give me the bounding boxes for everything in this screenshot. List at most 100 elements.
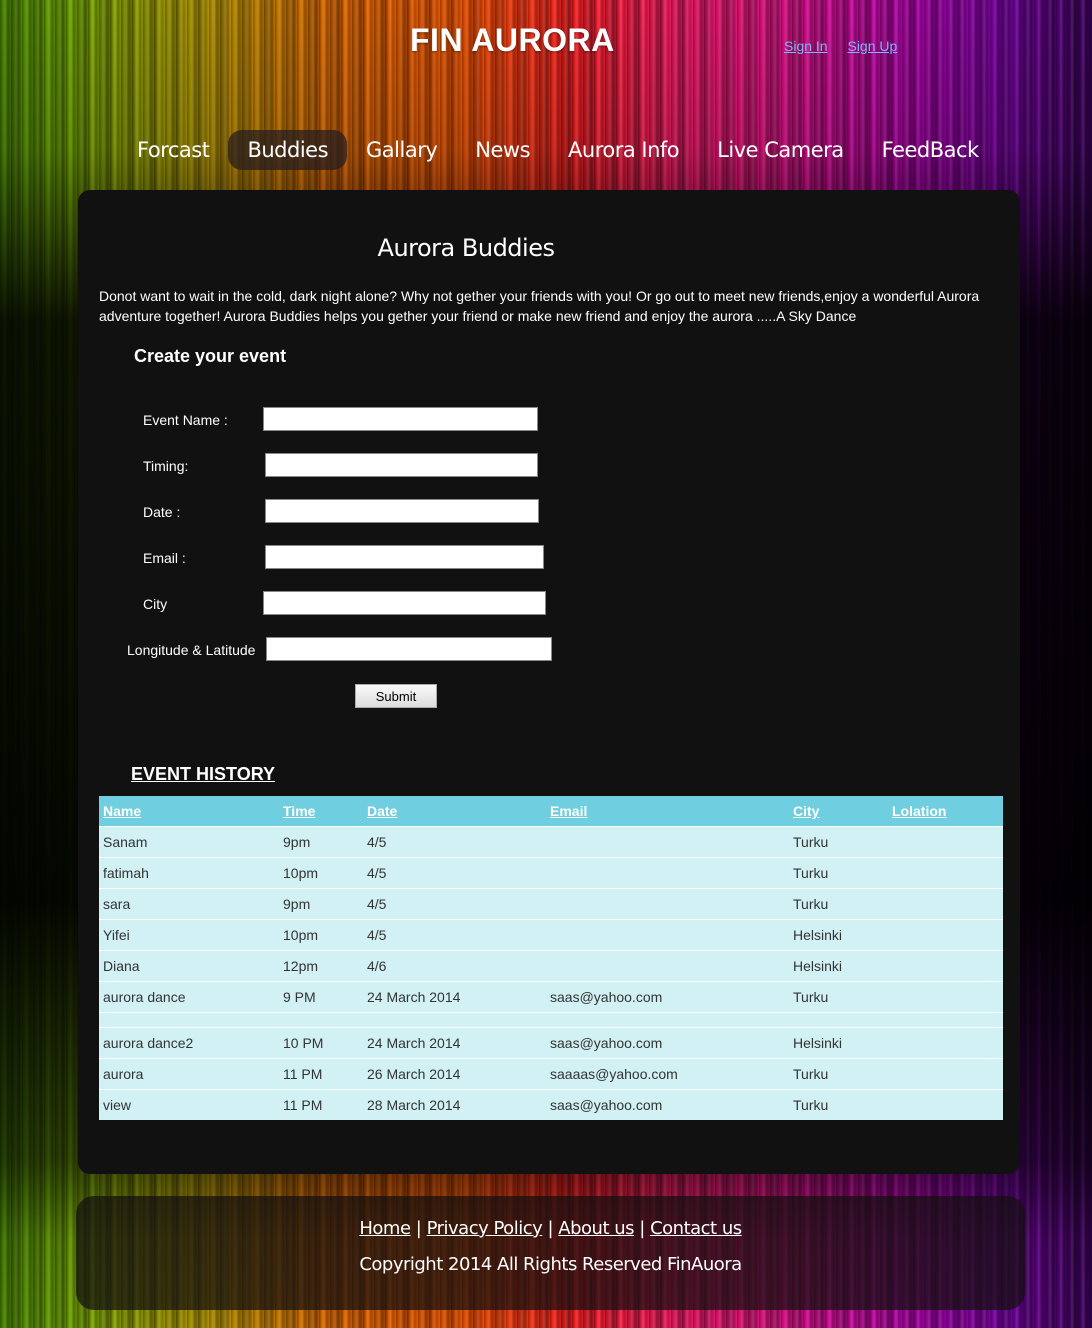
date-label: Date : xyxy=(143,504,181,520)
cell-name: Yifei xyxy=(99,919,279,951)
content-panel: Aurora Buddies Donot want to wait in the… xyxy=(78,190,1020,1174)
cell-time: 10 PM xyxy=(279,1027,363,1059)
cell-name xyxy=(99,1012,279,1028)
intro-text: Donot want to wait in the cold, dark nig… xyxy=(99,288,980,324)
auth-links: Sign In Sign Up xyxy=(784,38,913,54)
col-header-email[interactable]: Email xyxy=(546,796,789,827)
cell-email xyxy=(546,919,789,951)
cell-city: Turku xyxy=(789,857,888,889)
table-row-empty xyxy=(99,1012,1003,1028)
cell-city xyxy=(789,1012,888,1028)
cell-location xyxy=(888,1089,1003,1120)
main-nav: Forcast Buddies Gallary News Aurora Info… xyxy=(118,130,998,170)
table-row: fatimah 10pm 4/5 Turku xyxy=(99,857,1003,889)
cell-email xyxy=(546,888,789,920)
cell-name: aurora dance xyxy=(99,981,279,1013)
event-name-input[interactable] xyxy=(263,407,538,431)
col-header-name[interactable]: Name xyxy=(99,796,279,827)
nav-item-news[interactable]: News xyxy=(456,130,549,170)
cell-email: saas@yahoo.com xyxy=(546,1089,789,1120)
date-input[interactable] xyxy=(265,499,539,523)
footer: Home | Privacy Policy | About us | Conta… xyxy=(76,1196,1025,1310)
cell-date: 4/5 xyxy=(363,919,546,951)
nav-item-buddies[interactable]: Buddies xyxy=(228,130,348,170)
nav-item-forcast[interactable]: Forcast xyxy=(118,130,228,170)
col-header-time[interactable]: Time xyxy=(279,796,363,827)
cell-date: 28 March 2014 xyxy=(363,1089,546,1120)
table-row: Yifei 10pm 4/5 Helsinki xyxy=(99,919,1003,951)
table-row: aurora dance2 10 PM 24 March 2014 saas@y… xyxy=(99,1027,1003,1059)
footer-link-privacy[interactable]: Privacy Policy xyxy=(427,1218,543,1239)
table-row: Diana 12pm 4/6 Helsinki xyxy=(99,950,1003,982)
table-header-row: Name Time Date Email City Lolation xyxy=(99,796,1003,827)
cell-time: 9 PM xyxy=(279,981,363,1013)
cell-email: saaaas@yahoo.com xyxy=(546,1058,789,1090)
footer-link-contact[interactable]: Contact us xyxy=(650,1218,742,1239)
table-row: sara 9pm 4/5 Turku xyxy=(99,888,1003,920)
footer-separator: | xyxy=(639,1218,645,1239)
col-header-date[interactable]: Date xyxy=(363,796,546,827)
footer-separator: | xyxy=(415,1218,422,1239)
cell-email xyxy=(546,857,789,889)
col-header-location[interactable]: Lolation xyxy=(888,796,1003,827)
lonlat-input[interactable] xyxy=(266,637,552,661)
cell-city: Helsinki xyxy=(789,919,888,951)
col-header-city[interactable]: City xyxy=(789,796,888,827)
cell-location xyxy=(888,1058,1003,1090)
nav-item-live-camera[interactable]: Live Camera xyxy=(698,130,862,170)
table-row: aurora dance 9 PM 24 March 2014 saas@yah… xyxy=(99,981,1003,1013)
timing-label: Timing: xyxy=(143,458,189,474)
cell-city: Turku xyxy=(789,826,888,858)
cell-date: 4/5 xyxy=(363,888,546,920)
email-input[interactable] xyxy=(265,545,544,569)
footer-link-about[interactable]: About us xyxy=(558,1218,634,1239)
cell-name: fatimah xyxy=(99,857,279,889)
cell-name: sara xyxy=(99,888,279,920)
footer-link-home[interactable]: Home xyxy=(359,1218,411,1239)
nav-item-aurora-info[interactable]: Aurora Info xyxy=(549,130,698,170)
cell-city: Helsinki xyxy=(789,1027,888,1059)
create-event-heading: Create your event xyxy=(134,346,287,366)
submit-button[interactable]: Submit xyxy=(355,684,437,708)
cell-date: 4/6 xyxy=(363,950,546,982)
page-title: Aurora Buddies xyxy=(377,234,555,262)
cell-date: 4/5 xyxy=(363,826,546,858)
cell-time: 9pm xyxy=(279,888,363,920)
city-input[interactable] xyxy=(263,591,546,615)
event-history-heading: EVENT HISTORY xyxy=(131,764,276,784)
cell-time: 12pm xyxy=(279,950,363,982)
nav-item-gallary[interactable]: Gallary xyxy=(347,130,456,170)
cell-city: Turku xyxy=(789,1089,888,1120)
cell-name: Sanam xyxy=(99,826,279,858)
cell-time xyxy=(279,1012,363,1028)
sign-in-link[interactable]: Sign In xyxy=(784,38,828,54)
copyright-text: Copyright 2014 All Rights Reserved FinAu… xyxy=(359,1254,742,1275)
email-label: Email : xyxy=(143,550,186,566)
event-history-table: Name Time Date Email City Lolation Sanam… xyxy=(99,796,1003,1120)
cell-location xyxy=(888,1012,1003,1028)
cell-email: saas@yahoo.com xyxy=(546,981,789,1013)
cell-email xyxy=(546,1012,789,1028)
cell-name: aurora xyxy=(99,1058,279,1090)
cell-date: 24 March 2014 xyxy=(363,1027,546,1059)
table-row: view 11 PM 28 March 2014 saas@yahoo.com … xyxy=(99,1089,1003,1120)
cell-time: 11 PM xyxy=(279,1089,363,1120)
cell-time: 11 PM xyxy=(279,1058,363,1090)
cell-date: 26 March 2014 xyxy=(363,1058,546,1090)
cell-city: Turku xyxy=(789,1058,888,1090)
cell-email: saas@yahoo.com xyxy=(546,1027,789,1059)
nav-item-feedback[interactable]: FeedBack xyxy=(863,130,998,170)
cell-name: aurora dance2 xyxy=(99,1027,279,1059)
timing-input[interactable] xyxy=(265,453,538,477)
footer-links: Home | Privacy Policy | About us | Conta… xyxy=(76,1218,1025,1239)
sign-up-link[interactable]: Sign Up xyxy=(847,38,897,54)
cell-location xyxy=(888,826,1003,858)
lonlat-label: Longitude & Latitude xyxy=(127,642,256,658)
cell-city: Turku xyxy=(789,981,888,1013)
cell-time: 10pm xyxy=(279,919,363,951)
footer-separator: | xyxy=(547,1218,554,1239)
cell-time: 9pm xyxy=(279,826,363,858)
cell-date: 4/5 xyxy=(363,857,546,889)
cell-name: Diana xyxy=(99,950,279,982)
cell-location xyxy=(888,888,1003,920)
